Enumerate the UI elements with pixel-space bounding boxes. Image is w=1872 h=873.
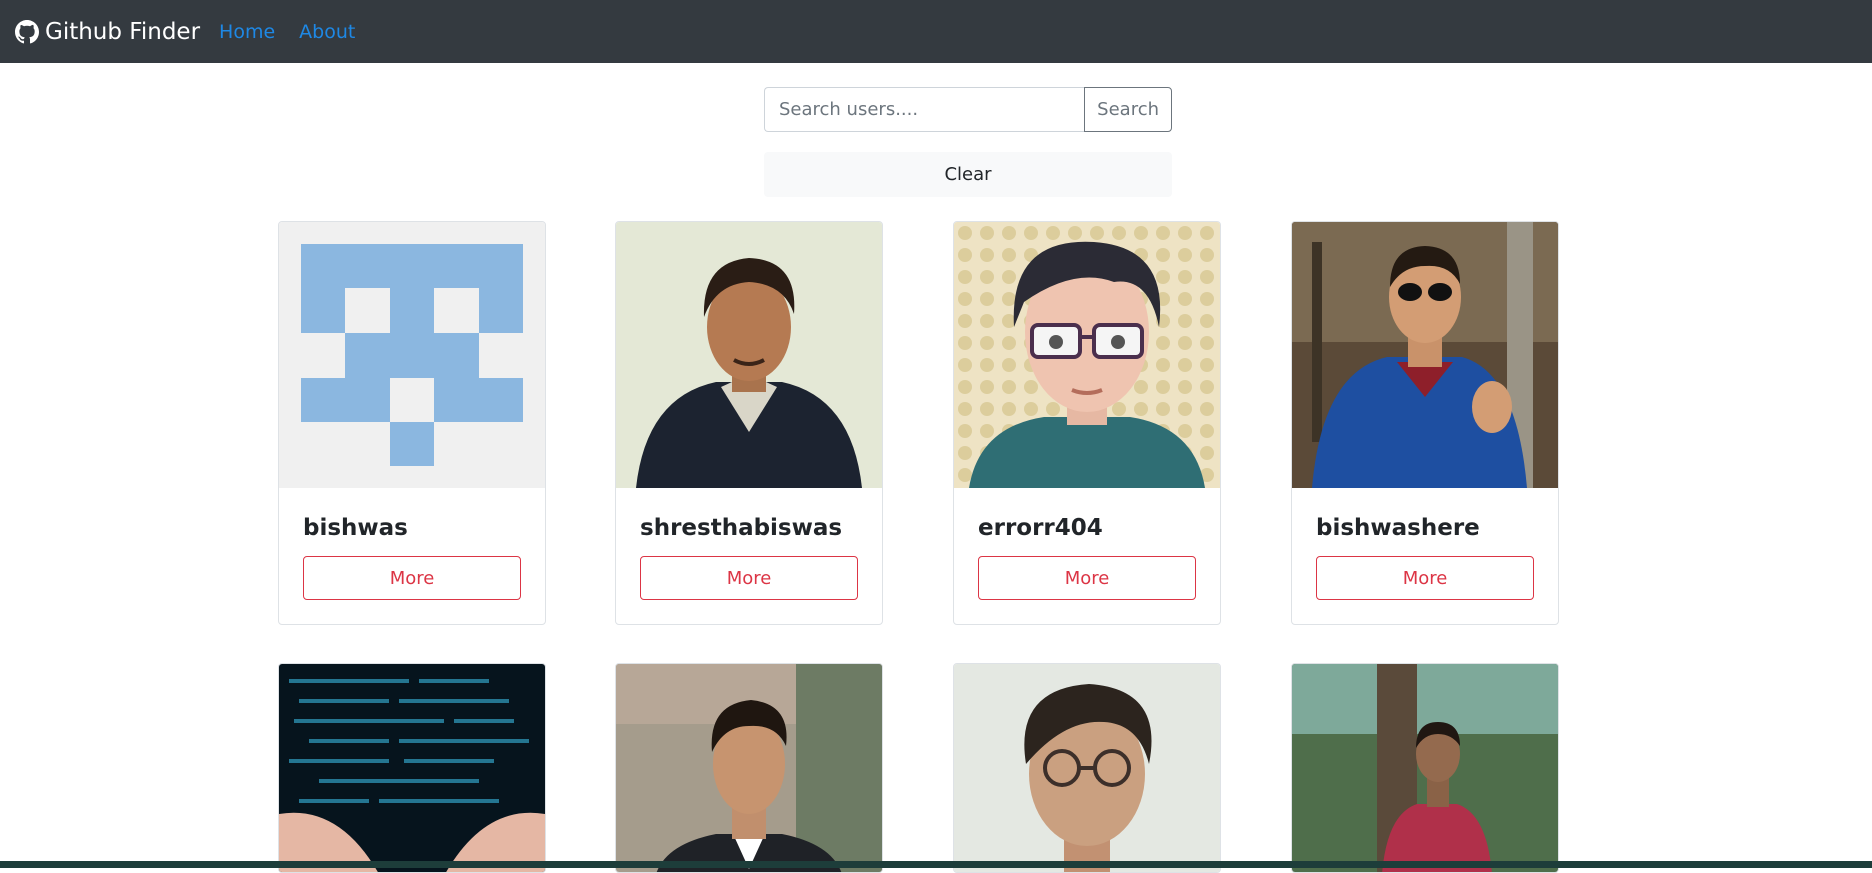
nav-link-home[interactable]: Home	[219, 21, 275, 43]
avatar	[279, 664, 545, 872]
navbar: Github Finder Home About	[0, 0, 1872, 63]
more-button[interactable]: More	[978, 556, 1196, 600]
user-card: errorr404 More	[953, 221, 1221, 625]
bottom-bar	[0, 861, 1872, 868]
user-card	[278, 663, 546, 873]
github-icon	[15, 19, 39, 43]
search-input[interactable]	[764, 87, 1085, 132]
nav-link-about[interactable]: About	[299, 21, 355, 43]
clear-button[interactable]: Clear	[764, 152, 1172, 197]
user-card	[953, 663, 1221, 873]
search-button[interactable]: Search	[1084, 87, 1172, 132]
more-button[interactable]: More	[1316, 556, 1534, 600]
user-card: shresthabiswas More	[615, 221, 883, 625]
user-card: bishwashere More	[1291, 221, 1559, 625]
avatar	[954, 664, 1220, 872]
avatar	[616, 664, 882, 872]
search-form: Search	[764, 87, 1172, 132]
username: bishwas	[303, 515, 408, 541]
more-button[interactable]: More	[640, 556, 858, 600]
user-card	[615, 663, 883, 873]
more-button[interactable]: More	[303, 556, 521, 600]
avatar	[279, 222, 545, 488]
username: errorr404	[978, 515, 1103, 541]
username: shresthabiswas	[640, 515, 843, 541]
avatar	[954, 222, 1220, 488]
brand-title: Github Finder	[45, 18, 201, 45]
brand-link[interactable]: Github Finder	[15, 19, 200, 45]
username: bishwashere	[1316, 515, 1480, 541]
user-card	[1291, 663, 1559, 873]
user-card: bishwas More	[278, 221, 546, 625]
avatar	[1292, 222, 1558, 488]
avatar	[1292, 664, 1558, 872]
avatar	[616, 222, 882, 488]
